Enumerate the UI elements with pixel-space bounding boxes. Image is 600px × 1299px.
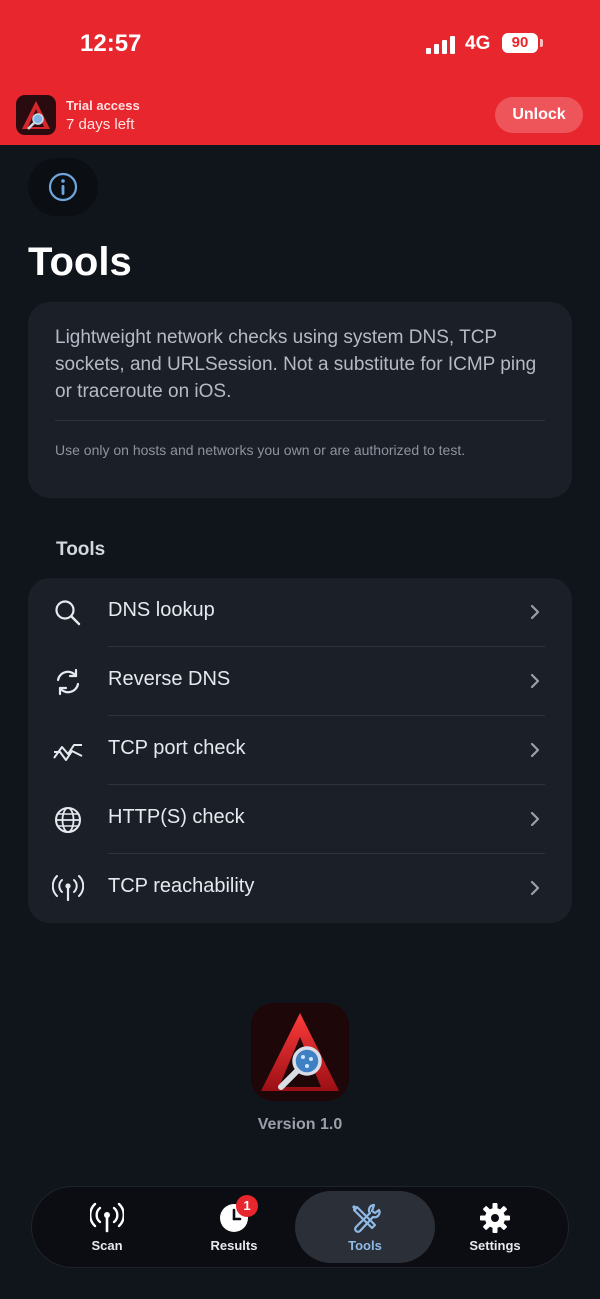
unlock-button[interactable]: Unlock xyxy=(495,97,583,133)
wrench-screwdriver-icon xyxy=(352,1203,381,1233)
tab-bar: Scan 1 Results Tools Settings xyxy=(31,1186,569,1268)
battery-tip xyxy=(540,39,543,47)
status-time: 12:57 xyxy=(80,30,142,57)
tool-label: DNS lookup xyxy=(108,599,215,621)
tool-row-reverse-dns[interactable]: Reverse DNS xyxy=(28,647,572,716)
tab-tools[interactable]: Tools xyxy=(295,1191,435,1263)
trial-banner: 12:57 4G 90 Trial access 7 days left Unl… xyxy=(0,0,600,145)
magnifier-icon xyxy=(55,600,81,626)
description-text: Lightweight network checks using system … xyxy=(55,327,537,402)
tab-label: Results xyxy=(210,1238,258,1253)
tool-row-tcp-reachability[interactable]: TCP reachability xyxy=(28,854,572,923)
tool-row-dns-lookup[interactable]: DNS lookup xyxy=(28,578,572,647)
tool-label: TCP reachability xyxy=(108,875,255,897)
chevron-right-icon xyxy=(530,604,540,620)
battery-level: 90 xyxy=(502,33,538,53)
page-title: Tools xyxy=(28,240,132,284)
results-badge: 1 xyxy=(236,1195,258,1217)
tab-label: Scan xyxy=(91,1238,123,1253)
tool-row-tcp-port-check[interactable]: TCP port check xyxy=(28,716,572,785)
tool-row-http-check[interactable]: HTTP(S) check xyxy=(28,785,572,854)
trial-days-left: 7 days left xyxy=(66,116,135,133)
tab-label: Tools xyxy=(348,1238,382,1253)
section-label-tools: Tools xyxy=(56,539,106,560)
cellular-signal-icon xyxy=(426,36,455,54)
app-logo-small xyxy=(16,95,56,135)
tool-label: TCP port check xyxy=(108,737,246,759)
info-icon xyxy=(48,172,78,202)
tab-label: Settings xyxy=(469,1238,521,1253)
waveform-icon xyxy=(53,744,83,761)
refresh-icon xyxy=(56,668,80,696)
tool-label: Reverse DNS xyxy=(108,668,231,690)
tool-label: HTTP(S) check xyxy=(108,806,245,828)
info-button[interactable] xyxy=(28,158,98,216)
tools-list: DNS lookup Reverse DNS TCP port check HT… xyxy=(28,578,572,923)
divider xyxy=(55,420,545,421)
tab-results[interactable]: 1 Results xyxy=(174,1187,294,1267)
antenna-icon xyxy=(90,1202,124,1233)
chevron-right-icon xyxy=(530,742,540,758)
trial-title: Trial access xyxy=(66,98,140,113)
version-label: Version 1.0 xyxy=(257,1116,343,1133)
description-card: Lightweight network checks using system … xyxy=(28,302,572,498)
globe-icon xyxy=(55,807,81,833)
authorization-note: Use only on hosts and networks you own o… xyxy=(55,442,466,458)
tab-scan[interactable]: Scan xyxy=(47,1187,167,1267)
gear-icon xyxy=(480,1203,510,1233)
chevron-right-icon xyxy=(530,811,540,827)
app-logo xyxy=(251,1003,349,1101)
tab-settings[interactable]: Settings xyxy=(435,1187,555,1267)
network-type: 4G xyxy=(465,33,491,54)
chevron-right-icon xyxy=(530,880,540,896)
antenna-icon xyxy=(52,875,84,902)
chevron-right-icon xyxy=(530,673,540,689)
